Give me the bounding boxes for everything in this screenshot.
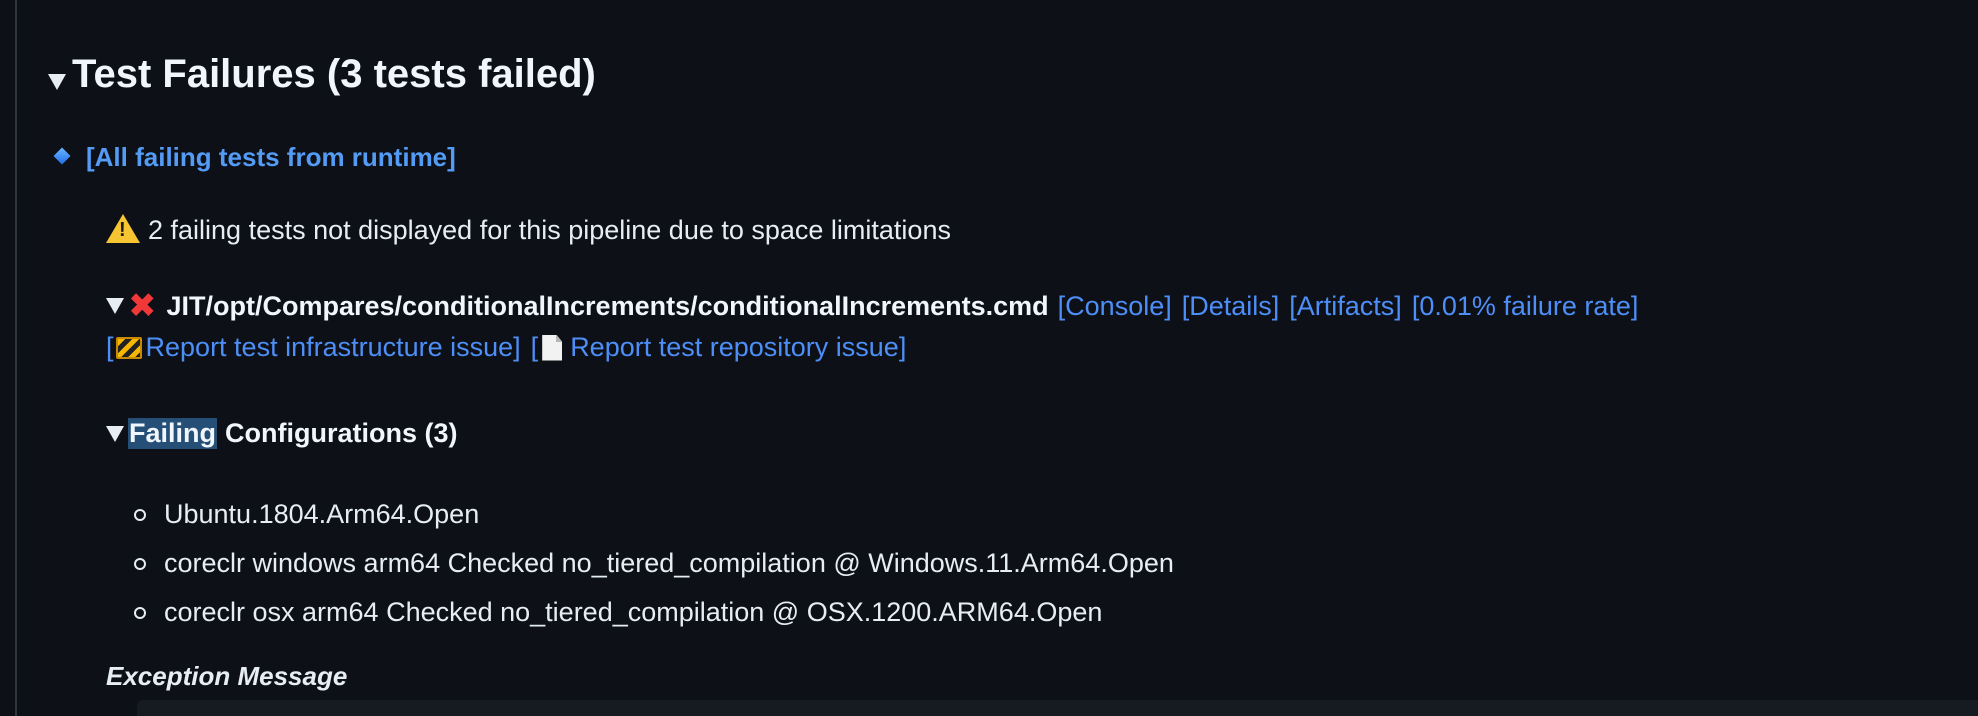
page-icon — [542, 334, 563, 361]
failed-test-summary[interactable]: ✖ JIT/opt/Compares/conditionalIncrements… — [106, 289, 1648, 323]
list-item: coreclr windows arm64 Checked no_tiered_… — [134, 539, 1174, 588]
console-link[interactable]: [Console] — [1058, 291, 1172, 322]
circle-bullet-icon — [134, 557, 146, 570]
configuration-name: coreclr osx arm64 Checked no_tiered_comp… — [164, 597, 1103, 627]
triangle-down-icon[interactable] — [106, 298, 124, 314]
details-link[interactable]: [Details] — [1182, 291, 1280, 322]
runtime-link-row: [All failing tests from runtime] — [52, 142, 456, 173]
report-repository-issue-link[interactable]: Report test repository issue] — [570, 332, 906, 363]
construction-barrier-icon — [115, 336, 142, 359]
left-border — [15, 0, 17, 716]
warning-text: 2 failing tests not displayed for this p… — [148, 215, 951, 245]
page: Test Failures (3 tests failed) [All fail… — [0, 0, 1978, 716]
circle-bullet-icon — [134, 606, 146, 619]
selected-text: Failing — [128, 418, 217, 449]
report-infrastructure-issue-link[interactable]: Report test infrastructure issue] — [146, 332, 521, 363]
bracket: [ — [530, 332, 539, 362]
exception-message-heading: Exception Message — [106, 661, 348, 691]
exception-code-block — [137, 700, 1978, 716]
configuration-name: Ubuntu.1804.Arm64.Open — [164, 499, 480, 529]
test-name: JIT/opt/Compares/conditionalIncrements/c… — [166, 290, 1049, 321]
space-limitation-warning: 2 failing tests not displayed for this p… — [106, 214, 951, 246]
list-item: coreclr osx arm64 Checked no_tiered_comp… — [134, 588, 1174, 637]
report-issue-row: [ Report test infrastructure issue] [ Re… — [106, 332, 916, 363]
red-x-icon: ✖ — [128, 286, 157, 326]
list-item: Ubuntu.1804.Arm64.Open — [134, 490, 1174, 539]
failure-rate-link[interactable]: [0.01% failure rate] — [1412, 291, 1639, 322]
configurations-heading-text: Configurations (3) — [225, 418, 458, 448]
blue-diamond-icon — [53, 147, 71, 164]
configuration-list: Ubuntu.1804.Arm64.Open coreclr windows a… — [134, 490, 1174, 637]
all-failing-tests-link[interactable]: [All failing tests from runtime] — [86, 142, 456, 173]
triangle-down-icon[interactable] — [48, 73, 66, 90]
artifacts-link[interactable]: [Artifacts] — [1289, 291, 1402, 322]
configuration-name: coreclr windows arm64 Checked no_tiered_… — [164, 548, 1174, 578]
summary-title: Test Failures (3 tests failed) — [72, 52, 596, 96]
circle-bullet-icon — [134, 508, 146, 521]
warning-icon — [106, 214, 140, 243]
triangle-down-icon[interactable] — [106, 425, 124, 442]
failing-configurations-summary[interactable]: Failing Configurations (3) — [106, 418, 457, 449]
test-failures-summary[interactable]: Test Failures (3 tests failed) — [48, 52, 596, 97]
bracket: [ — [106, 332, 114, 362]
